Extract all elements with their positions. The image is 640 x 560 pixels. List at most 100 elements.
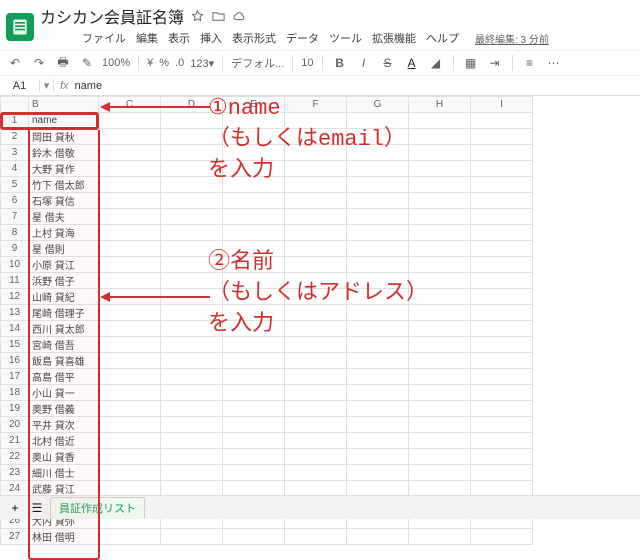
cell[interactable] xyxy=(161,209,223,225)
cell[interactable] xyxy=(99,241,161,257)
cell[interactable] xyxy=(223,369,285,385)
cell[interactable] xyxy=(223,385,285,401)
cell[interactable] xyxy=(223,353,285,369)
cell[interactable] xyxy=(223,193,285,209)
cell[interactable] xyxy=(285,289,347,305)
cell[interactable] xyxy=(347,385,409,401)
cell[interactable] xyxy=(409,401,471,417)
cell[interactable] xyxy=(99,273,161,289)
cell[interactable] xyxy=(409,161,471,177)
cell[interactable] xyxy=(471,401,533,417)
cell[interactable] xyxy=(347,257,409,273)
cell[interactable] xyxy=(161,401,223,417)
cell[interactable] xyxy=(285,257,347,273)
cell[interactable] xyxy=(223,401,285,417)
cell[interactable] xyxy=(471,145,533,161)
menu-format[interactable]: 表示形式 xyxy=(232,30,276,46)
cell-reference[interactable]: A1 xyxy=(0,80,40,92)
cell[interactable] xyxy=(285,145,347,161)
cell[interactable] xyxy=(409,257,471,273)
cell[interactable] xyxy=(161,305,223,321)
cell[interactable] xyxy=(99,321,161,337)
cell[interactable] xyxy=(471,289,533,305)
star-icon[interactable] xyxy=(190,9,205,24)
cell[interactable] xyxy=(99,209,161,225)
table-row[interactable]: 27林田 借明 xyxy=(1,529,533,545)
menu-edit[interactable]: 編集 xyxy=(136,30,158,46)
cell[interactable] xyxy=(409,145,471,161)
cell[interactable] xyxy=(409,225,471,241)
table-row[interactable]: 16飯島 貸喜雄 xyxy=(1,353,533,369)
col-header-I[interactable]: I xyxy=(471,97,533,113)
cell[interactable] xyxy=(99,417,161,433)
cell[interactable] xyxy=(161,113,223,129)
cell[interactable] xyxy=(161,225,223,241)
col-header-H[interactable]: H xyxy=(409,97,471,113)
corner-cell[interactable] xyxy=(1,97,29,113)
strike-btn[interactable]: S xyxy=(379,54,397,72)
cell[interactable] xyxy=(285,385,347,401)
row-header[interactable]: 5 xyxy=(1,177,29,193)
cell[interactable] xyxy=(223,529,285,545)
cell[interactable] xyxy=(471,177,533,193)
cell[interactable] xyxy=(471,417,533,433)
cell[interactable] xyxy=(409,353,471,369)
fillcolor-btn[interactable]: ◢ xyxy=(427,54,445,72)
cell[interactable]: 星 借夫 xyxy=(29,209,99,225)
cell[interactable] xyxy=(285,225,347,241)
cell[interactable] xyxy=(99,529,161,545)
cell[interactable] xyxy=(347,305,409,321)
more-icon[interactable]: ⋯ xyxy=(545,54,563,72)
cell[interactable] xyxy=(347,369,409,385)
col-header-E[interactable]: E xyxy=(223,97,285,113)
cell[interactable] xyxy=(99,129,161,145)
cell[interactable] xyxy=(99,449,161,465)
cell[interactable] xyxy=(285,209,347,225)
row-header[interactable]: 27 xyxy=(1,529,29,545)
cell[interactable] xyxy=(347,529,409,545)
table-row[interactable]: 4大野 貸作 xyxy=(1,161,533,177)
cell[interactable] xyxy=(409,433,471,449)
cell[interactable] xyxy=(471,321,533,337)
cell[interactable] xyxy=(409,209,471,225)
last-edit[interactable]: 最終編集: 3 分前 xyxy=(475,31,549,46)
decimals-btn[interactable]: .0 xyxy=(175,57,184,69)
add-sheet-icon[interactable]: + xyxy=(6,499,24,517)
align-btn[interactable]: ≡ xyxy=(521,54,539,72)
menu-view[interactable]: 表示 xyxy=(168,30,190,46)
table-row[interactable]: 8上村 貸海 xyxy=(1,225,533,241)
cell[interactable] xyxy=(99,177,161,193)
table-row[interactable]: 5竹下 借太郎 xyxy=(1,177,533,193)
cell[interactable] xyxy=(285,321,347,337)
row-header[interactable]: 1 xyxy=(1,113,29,129)
cell[interactable] xyxy=(285,529,347,545)
menu-help[interactable]: ヘルプ xyxy=(426,30,459,46)
cell[interactable] xyxy=(347,193,409,209)
doc-title[interactable]: カシカン会員証名簿 xyxy=(40,4,184,28)
cell[interactable] xyxy=(161,449,223,465)
cell[interactable] xyxy=(347,321,409,337)
cell[interactable]: 尾崎 借理子 xyxy=(29,305,99,321)
cell[interactable] xyxy=(409,385,471,401)
cell[interactable] xyxy=(223,305,285,321)
cell[interactable] xyxy=(99,337,161,353)
cell[interactable]: 奥山 貸香 xyxy=(29,449,99,465)
cell[interactable] xyxy=(161,337,223,353)
cell[interactable] xyxy=(471,225,533,241)
cell[interactable] xyxy=(409,177,471,193)
bold-btn[interactable]: B xyxy=(331,54,349,72)
cell[interactable] xyxy=(161,161,223,177)
cell[interactable] xyxy=(223,417,285,433)
cell[interactable] xyxy=(409,529,471,545)
cell[interactable] xyxy=(409,337,471,353)
cell[interactable] xyxy=(471,129,533,145)
menu-insert[interactable]: 挿入 xyxy=(200,30,222,46)
cell[interactable] xyxy=(223,161,285,177)
cell[interactable] xyxy=(223,449,285,465)
cell[interactable] xyxy=(285,433,347,449)
cell[interactable] xyxy=(347,225,409,241)
zoom-select[interactable]: 100% xyxy=(102,57,130,69)
cell[interactable]: 林田 借明 xyxy=(29,529,99,545)
merge-btn[interactable]: ⇥ xyxy=(486,54,504,72)
cell[interactable] xyxy=(161,465,223,481)
